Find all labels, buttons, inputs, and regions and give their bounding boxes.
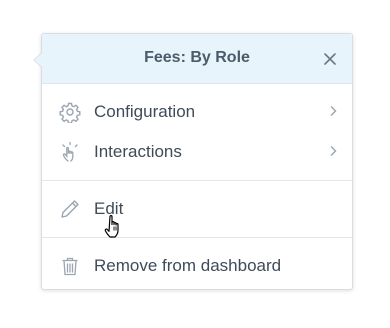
tap-hand-icon bbox=[59, 141, 81, 163]
close-icon[interactable] bbox=[323, 52, 337, 66]
menu-section-visualization: Configuration Interactions bbox=[42, 84, 352, 181]
menu-section-remove: Remove from dashboard bbox=[42, 238, 352, 294]
menu-header: Fees: By Role bbox=[42, 34, 352, 84]
menu-pointer bbox=[34, 53, 42, 67]
pencil-icon bbox=[59, 198, 81, 220]
menu-item-remove-from-dashboard[interactable]: Remove from dashboard bbox=[42, 246, 352, 286]
menu-item-label: Interactions bbox=[94, 142, 182, 161]
chevron-right-icon bbox=[330, 106, 337, 116]
gear-icon bbox=[59, 101, 81, 123]
menu-item-label: Configuration bbox=[94, 102, 196, 121]
hand-pointer-cursor bbox=[104, 215, 119, 238]
chevron-right-icon bbox=[330, 146, 337, 156]
menu-item-configuration[interactable]: Configuration bbox=[42, 92, 352, 132]
menu-item-interactions[interactable]: Interactions bbox=[42, 132, 352, 172]
menu-section-edit: Edit bbox=[42, 181, 352, 238]
visualization-context-menu: Fees: By Role Configuration Interactions… bbox=[33, 33, 353, 290]
menu-title: Fees: By Role bbox=[144, 49, 250, 66]
trash-icon bbox=[59, 255, 81, 277]
menu-item-edit[interactable]: Edit bbox=[42, 189, 352, 229]
menu-item-label: Remove from dashboard bbox=[94, 256, 282, 275]
